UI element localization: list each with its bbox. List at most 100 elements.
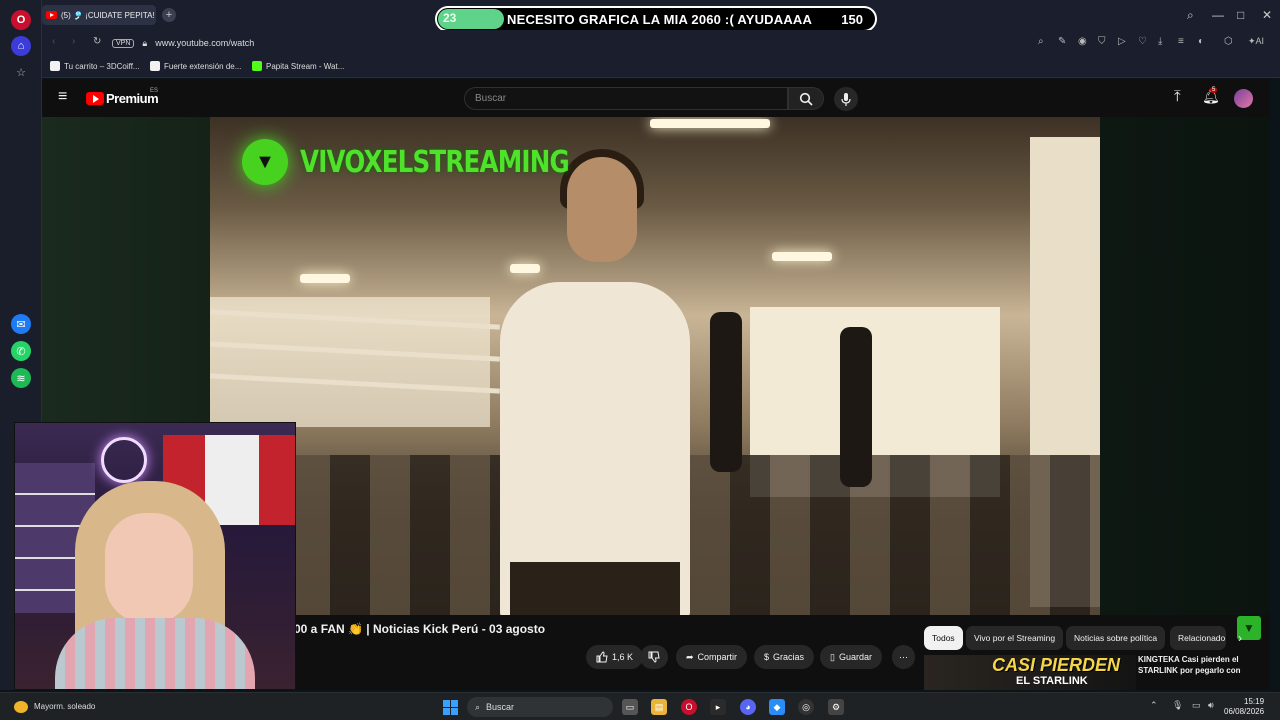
- microphone-icon: [841, 92, 851, 106]
- opera-icon[interactable]: O: [681, 699, 697, 715]
- new-tab-button[interactable]: +: [162, 8, 176, 22]
- microphone-icon[interactable]: 🎙︎: [1172, 700, 1183, 711]
- menu-icon[interactable]: ≡: [1178, 36, 1184, 47]
- discord-icon[interactable]: ◕: [740, 699, 756, 715]
- url-field[interactable]: VPN 🔒︎ www.youtube.com/watch: [112, 33, 962, 53]
- bookmark-favicon-icon: [50, 61, 60, 71]
- bookmark-item[interactable]: Fuerte extensión de...: [150, 61, 241, 71]
- weather-icon[interactable]: [14, 701, 28, 713]
- snapshot-icon[interactable]: ✎: [1058, 36, 1066, 47]
- recommendation-thumbnail[interactable]: CASI PIERDEN EL STARLINK: [924, 655, 1136, 690]
- bookmark-label: Fuerte extensión de...: [164, 61, 242, 71]
- bookmark-icon: ▯: [830, 651, 835, 662]
- recommendation-title[interactable]: KINGTEKA Casi pierden el STARLINK por pe…: [1138, 654, 1258, 676]
- network-icon[interactable]: ▭: [1192, 700, 1201, 711]
- thanks-label: Gracias: [773, 652, 805, 662]
- home-icon[interactable]: ⌂: [11, 36, 31, 56]
- thanks-button[interactable]: $ Gracias: [754, 645, 815, 669]
- like-button[interactable]: 1,6 K: [586, 645, 644, 669]
- streamer-face: [105, 513, 193, 623]
- tray-overflow-icon[interactable]: ⌃: [1150, 700, 1158, 711]
- thumbnail-headline: CASI PIERDEN: [992, 655, 1121, 675]
- goal-target: 150: [841, 12, 863, 27]
- weather-text[interactable]: Mayorm. soleado: [34, 702, 95, 711]
- back-icon[interactable]: ‹: [52, 36, 55, 47]
- play-icon[interactable]: ▷: [1118, 36, 1126, 47]
- ai-button[interactable]: ✦AI: [1248, 36, 1264, 47]
- terminal-icon[interactable]: ▸: [710, 699, 726, 715]
- channel-logo-icon: ▼: [242, 139, 288, 185]
- search-icon[interactable]: ⌕: [1038, 36, 1044, 47]
- person-shorts: [510, 562, 680, 615]
- video-player[interactable]: ▼ VIVOXELSTREAMING: [210, 117, 1100, 615]
- star-icon[interactable]: ☆: [11, 62, 31, 82]
- streamer-shirt: [55, 618, 255, 689]
- search-icon: ⌕: [475, 701, 481, 712]
- chip-politics[interactable]: Noticias sobre política: [1066, 626, 1166, 650]
- task-view-icon[interactable]: ▭: [622, 699, 638, 715]
- messenger-icon[interactable]: ✉: [11, 314, 31, 334]
- search-tabs-icon[interactable]: ⌕: [1187, 8, 1194, 23]
- stream-goal-overlay: 23 NECESITO GRAFICA LA MIA 2060 :( AYUDA…: [435, 6, 877, 32]
- maximize-button[interactable]: □: [1237, 8, 1244, 22]
- hamburger-menu-icon[interactable]: ≡: [58, 88, 67, 106]
- chip-all[interactable]: Todos: [924, 626, 963, 650]
- region-code: ES: [150, 88, 159, 94]
- save-button[interactable]: ▯ Guardar: [820, 645, 882, 669]
- search-icon: [799, 92, 813, 106]
- windows-taskbar: Mayorm. soleado ⌕ Buscar ▭ ▤ O ▸ ◕ ◆ ◎ ⚙…: [0, 692, 1280, 720]
- file-explorer-icon[interactable]: ▤: [651, 699, 667, 715]
- bookmark-item[interactable]: Tu carrito – 3DCoiff...: [50, 61, 140, 71]
- vpn-badge[interactable]: VPN: [112, 38, 135, 48]
- obs-icon[interactable]: ◎: [798, 699, 814, 715]
- spotify-icon[interactable]: ≋: [11, 368, 31, 388]
- taskbar-search-label: Buscar: [486, 702, 515, 712]
- goal-current-count: 23: [443, 11, 457, 25]
- heart-icon[interactable]: ♡: [1138, 36, 1147, 47]
- profile-icon[interactable]: ◐: [1198, 36, 1204, 47]
- thanks-icon: $: [764, 652, 770, 662]
- address-bar: ‹ › ↻ VPN 🔒︎ www.youtube.com/watch ⌕ ✎ ◉…: [42, 30, 1280, 56]
- start-button[interactable]: [443, 700, 458, 715]
- voice-search-button[interactable]: [834, 87, 858, 111]
- forward-icon[interactable]: ›: [72, 36, 75, 47]
- reload-icon[interactable]: ↻: [93, 36, 101, 47]
- upload-icon[interactable]: ⤒: [1174, 88, 1181, 105]
- chip-related[interactable]: Relacionado: [1170, 626, 1226, 650]
- video-title: 00 a FAN 👏 | Noticias Kick Perú - 03 ago…: [294, 622, 546, 636]
- volume-icon[interactable]: 🔊︎: [1208, 700, 1214, 711]
- bookmark-label: Papita Stream - Wat...: [266, 61, 345, 71]
- camera-icon[interactable]: ◉: [1078, 36, 1087, 47]
- streamer-webcam: [14, 422, 296, 690]
- avatar[interactable]: [1234, 89, 1253, 108]
- bookmark-item[interactable]: Papita Stream - Wat...: [252, 61, 344, 71]
- url-text[interactable]: www.youtube.com/watch: [155, 38, 254, 48]
- youtube-logo-play-icon: [93, 95, 99, 103]
- download-icon[interactable]: ⤓: [1158, 36, 1162, 47]
- chip-vivo[interactable]: Vivo por el Streaming: [966, 626, 1064, 650]
- youtube-header: ≡ Premium ES Buscar ⤒ 🔔︎ 5: [42, 79, 1270, 117]
- like-count: 1,6 K: [612, 652, 634, 662]
- taskbar-clock[interactable]: 15:19 06/08/2026: [1224, 697, 1264, 717]
- more-actions-button[interactable]: ⋯: [892, 645, 915, 669]
- share-label: Compartir: [697, 652, 738, 662]
- dislike-button[interactable]: [640, 645, 668, 669]
- channel-overlay-name: VIVOXELSTREAMING: [300, 145, 570, 180]
- app-icon[interactable]: ◆: [769, 699, 785, 715]
- minimize-button[interactable]: —: [1212, 8, 1224, 22]
- bookmark-favicon-icon: [150, 61, 160, 71]
- settings-icon[interactable]: ⚙: [828, 699, 844, 715]
- share-button[interactable]: ➦ Compartir: [676, 645, 748, 669]
- tab-title: (5) 🎐 ¡CUIDATE PEPITA!: [61, 10, 155, 20]
- tab-youtube[interactable]: (5) 🎐 ¡CUIDATE PEPITA!: [42, 5, 156, 25]
- chips-next-icon[interactable]: ›: [1238, 631, 1242, 645]
- whatsapp-icon[interactable]: ✆: [11, 341, 31, 361]
- search-button[interactable]: [788, 87, 824, 110]
- search-input[interactable]: Buscar: [464, 87, 788, 110]
- shield-icon[interactable]: ⛉: [1098, 36, 1106, 47]
- extension-icon[interactable]: ⬡: [1224, 36, 1233, 47]
- ceiling-light: [510, 264, 540, 273]
- close-button[interactable]: ✕: [1262, 8, 1272, 22]
- opera-logo-icon[interactable]: O: [11, 10, 31, 30]
- taskbar-search[interactable]: ⌕ Buscar: [467, 697, 613, 717]
